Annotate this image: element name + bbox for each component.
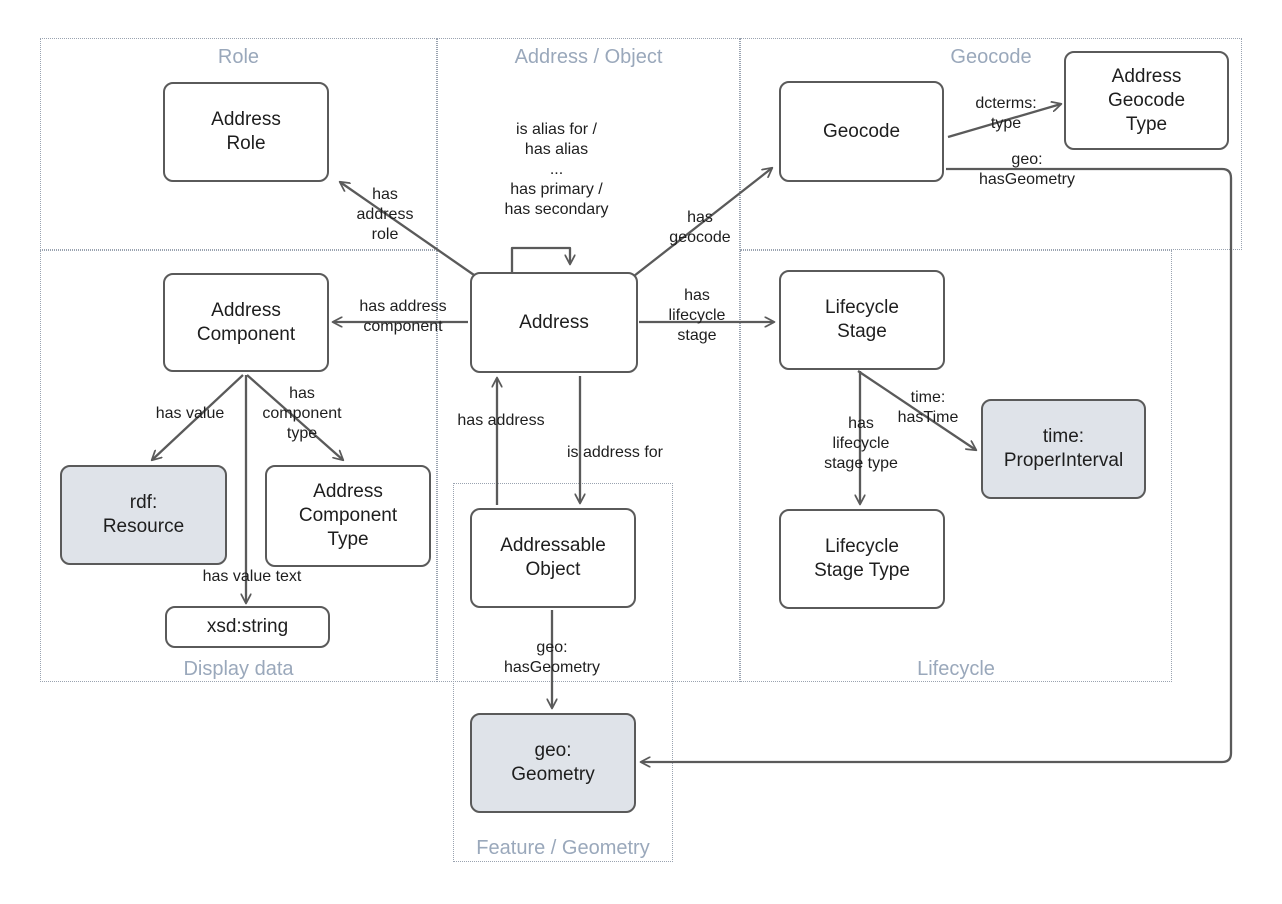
- region-display-data-label: Display data: [183, 658, 294, 680]
- node-addressable-object[interactable]: Addressable Object: [470, 508, 636, 608]
- edge-label-geo-hasgeometry-object: geo: hasGeometry: [503, 639, 601, 676]
- node-address[interactable]: Address: [470, 272, 638, 373]
- region-feature-geometry-label: Feature / Geometry: [476, 837, 650, 859]
- edge-label-has-address-component: has address component: [359, 298, 447, 335]
- node-geocode[interactable]: Geocode: [779, 81, 944, 182]
- node-lifecycle-stage-type[interactable]: Lifecycle Stage Type: [779, 509, 945, 609]
- edge-label-is-address-for: is address for: [566, 444, 664, 461]
- node-time-properinterval[interactable]: time: ProperInterval: [981, 399, 1146, 499]
- node-geo-geometry[interactable]: geo: Geometry: [470, 713, 636, 813]
- edge-label-has-address: has address: [457, 412, 545, 429]
- node-address-component[interactable]: Address Component: [163, 273, 329, 372]
- region-lifecycle-label: Lifecycle: [917, 658, 995, 680]
- edge-label-self-alias: is alias for / has alias ... has primary…: [504, 121, 609, 218]
- edge-label-has-lifecycle-stage-type: has lifecycle stage type: [824, 415, 898, 472]
- edge-label-has-value-text: has value text: [202, 568, 302, 585]
- diagram-canvas: Role Address / Object Geocode Display da…: [0, 0, 1282, 904]
- region-role-label: Role: [217, 46, 260, 68]
- node-address-role[interactable]: Address Role: [163, 82, 329, 182]
- node-address-component-type[interactable]: Address Component Type: [265, 465, 431, 567]
- edge-label-has-geocode: has geocode: [669, 209, 731, 246]
- region-address-object-label: Address / Object: [514, 46, 663, 68]
- edge-label-geo-hasgeometry-geocode: geo: hasGeometry: [978, 151, 1076, 188]
- node-xsd-string[interactable]: xsd:string: [165, 606, 330, 648]
- edge-label-has-value: has value: [155, 405, 225, 422]
- node-lifecycle-stage[interactable]: Lifecycle Stage: [779, 270, 945, 370]
- edge-label-has-component-type: has component type: [262, 385, 342, 442]
- edge-label-has-address-role: has address role: [356, 186, 414, 243]
- edge-label-has-lifecycle-stage: has lifecycle stage: [668, 287, 726, 344]
- edge-label-dcterms-type: dcterms: type: [975, 95, 1037, 132]
- node-rdf-resource[interactable]: rdf: Resource: [60, 465, 227, 565]
- node-address-geocode-type[interactable]: Address Geocode Type: [1064, 51, 1229, 150]
